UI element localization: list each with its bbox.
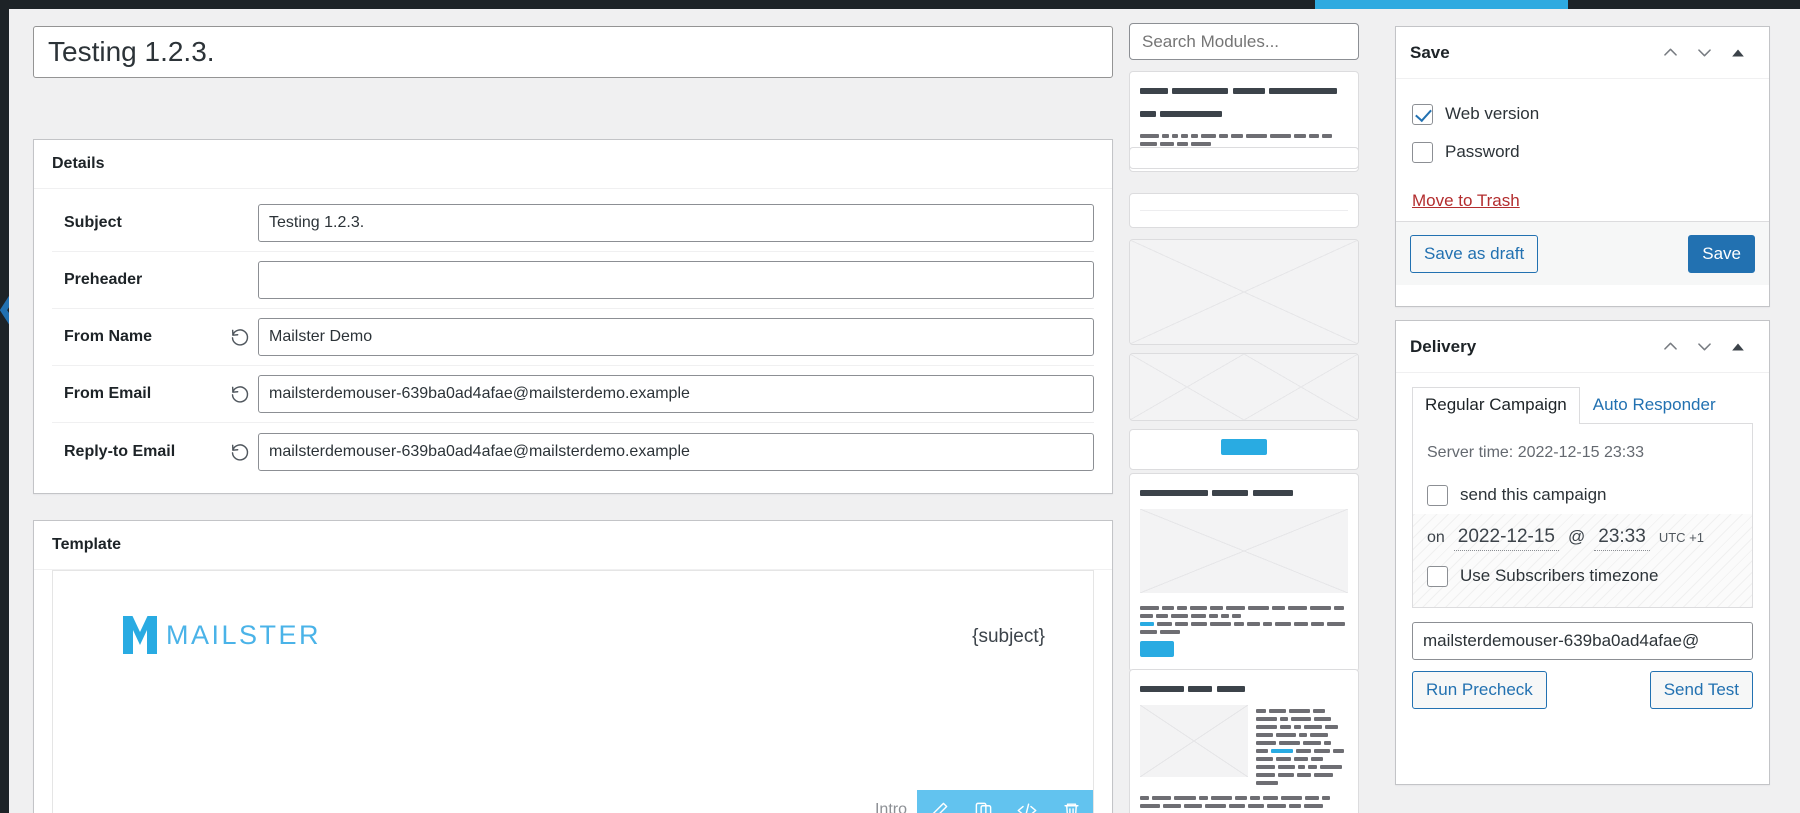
- details-row-label: From Name: [52, 328, 222, 346]
- reset-field-icon[interactable]: [222, 327, 258, 347]
- delivery-panel-title: Delivery: [1410, 337, 1653, 357]
- details-row-input[interactable]: [258, 261, 1094, 299]
- mailster-logo-mark-icon: [123, 616, 157, 654]
- details-row: Preheader: [52, 252, 1094, 309]
- module-thumbnail[interactable]: [1129, 147, 1359, 169]
- admin-sidebar-collapsed[interactable]: ❮: [0, 9, 9, 813]
- template-subject-tag: {subject}: [972, 626, 1045, 648]
- save-panel-body: Web version Password Move to Trash: [1396, 79, 1769, 221]
- chevron-up-icon[interactable]: [1653, 36, 1687, 70]
- delivery-panel-header: Delivery: [1396, 321, 1769, 373]
- save-as-draft-button[interactable]: Save as draft: [1410, 235, 1538, 273]
- code-module-icon[interactable]: [1005, 790, 1049, 813]
- details-row: Reply-to Email: [52, 423, 1094, 480]
- modules-panel: [1119, 9, 1369, 813]
- post-title-wrap: [33, 26, 1113, 78]
- send-campaign-checkbox[interactable]: [1427, 485, 1448, 506]
- schedule-datetime-row: on 2022-12-15 @ 23:33 UTC +1: [1427, 526, 1738, 557]
- template-preview-canvas[interactable]: MAILSTER {subject} Intro: [52, 570, 1094, 813]
- move-to-trash-link[interactable]: Move to Trash: [1412, 191, 1520, 211]
- module-thumbnail[interactable]: [1129, 429, 1359, 470]
- duplicate-module-icon[interactable]: [961, 790, 1005, 813]
- module-thumbnail[interactable]: [1129, 473, 1359, 672]
- reset-field-icon[interactable]: [222, 384, 258, 404]
- loading-progress-bar: [1315, 0, 1568, 9]
- save-panel-header: Save: [1396, 27, 1769, 79]
- save-panel-footer: Save as draft Save: [1396, 221, 1769, 285]
- password-row: Password: [1412, 133, 1753, 171]
- post-title-input[interactable]: [33, 26, 1113, 78]
- details-row-input[interactable]: [258, 204, 1094, 242]
- details-row-input[interactable]: [258, 318, 1094, 356]
- schedule-date-input[interactable]: 2022-12-15: [1454, 526, 1559, 551]
- delivery-tabs: Regular Campaign Auto Responder: [1412, 387, 1753, 423]
- module-thumbnail[interactable]: [1129, 193, 1359, 228]
- test-email-input[interactable]: [1412, 622, 1753, 660]
- delivery-panel: Delivery Regular Campaign Auto Responder: [1395, 320, 1770, 785]
- module-thumbnail[interactable]: [1129, 353, 1359, 421]
- module-hover-toolbar: Intro: [875, 790, 1093, 813]
- toggle-panel-icon[interactable]: [1721, 330, 1755, 364]
- tab-regular-campaign[interactable]: Regular Campaign: [1412, 387, 1580, 424]
- details-panel-body: Subject Preheader From Name From Email Reply…: [34, 189, 1112, 490]
- details-row-label: From Email: [52, 385, 222, 403]
- page-wrap: Details Subject Preheader From Name From Em…: [9, 9, 1800, 813]
- details-row: From Email: [52, 366, 1094, 423]
- chevron-up-icon[interactable]: [1653, 330, 1687, 364]
- admin-top-bar: [0, 0, 1800, 9]
- web-version-row: Web version: [1412, 95, 1753, 133]
- search-modules-input[interactable]: [1129, 23, 1359, 60]
- send-campaign-row: send this campaign: [1427, 476, 1738, 514]
- main-column: Details Subject Preheader From Name From Em…: [33, 9, 1113, 813]
- schedule-timezone-label: UTC +1: [1659, 530, 1704, 545]
- details-row-input[interactable]: [258, 433, 1094, 471]
- save-panel-title: Save: [1410, 43, 1653, 63]
- run-precheck-button[interactable]: Run Precheck: [1412, 671, 1547, 709]
- send-campaign-label: send this campaign: [1448, 485, 1606, 505]
- mailster-logo: MAILSTER: [123, 616, 321, 654]
- schedule-at-label: @: [1568, 527, 1585, 547]
- reset-field-icon[interactable]: [222, 442, 258, 462]
- module-thumbnail[interactable]: [1129, 239, 1359, 345]
- details-row: From Name: [52, 309, 1094, 366]
- details-panel-heading: Details: [34, 140, 1112, 189]
- schedule-on-label: on: [1427, 529, 1445, 547]
- web-version-checkbox[interactable]: [1412, 104, 1433, 125]
- module-toolbar-buttons: [917, 790, 1093, 813]
- delete-module-icon[interactable]: [1049, 790, 1093, 813]
- edit-module-icon[interactable]: [917, 790, 961, 813]
- subscriber-timezone-checkbox[interactable]: [1427, 566, 1448, 587]
- template-panel-heading: Template: [34, 521, 1112, 570]
- save-panel: Save Web version Password Move to Trash …: [1395, 26, 1770, 307]
- details-panel: Details Subject Preheader From Name From Em…: [33, 139, 1113, 494]
- mailster-logo-text: MAILSTER: [166, 620, 321, 651]
- module-thumbnail[interactable]: [1129, 669, 1359, 813]
- save-button[interactable]: Save: [1688, 235, 1755, 273]
- details-row-label: Preheader: [52, 271, 222, 289]
- chevron-down-icon[interactable]: [1687, 330, 1721, 364]
- module-name-label: Intro: [875, 801, 917, 813]
- server-time-label: Server time: 2022-12-15 23:33: [1427, 438, 1738, 476]
- schedule-area: on 2022-12-15 @ 23:33 UTC +1 Use Subscri…: [1413, 514, 1752, 607]
- details-row-label: Reply-to Email: [52, 443, 222, 461]
- schedule-time-input[interactable]: 23:33: [1594, 526, 1650, 551]
- chevron-down-icon[interactable]: [1687, 36, 1721, 70]
- subscriber-timezone-label: Use Subscribers timezone: [1448, 566, 1658, 586]
- tab-auto-responder[interactable]: Auto Responder: [1580, 387, 1729, 423]
- delivery-panel-body: Regular Campaign Auto Responder Server t…: [1396, 373, 1769, 725]
- send-test-button[interactable]: Send Test: [1650, 671, 1753, 709]
- web-version-label: Web version: [1433, 104, 1539, 124]
- delivery-actions: Run Precheck Send Test: [1412, 671, 1753, 709]
- password-label: Password: [1433, 142, 1520, 162]
- collapse-chevron-icon[interactable]: ❮: [0, 285, 9, 331]
- subscriber-timezone-row: Use Subscribers timezone: [1427, 557, 1738, 595]
- template-panel: Template MAILSTER {subject} Intro: [33, 520, 1113, 813]
- toggle-panel-icon[interactable]: [1721, 36, 1755, 70]
- details-row-label: Subject: [52, 214, 222, 232]
- password-checkbox[interactable]: [1412, 142, 1433, 163]
- details-row: Subject: [52, 195, 1094, 252]
- regular-campaign-panel: Server time: 2022-12-15 23:33 send this …: [1412, 423, 1753, 608]
- publish-sidebar: Save Web version Password Move to Trash …: [1395, 9, 1800, 813]
- details-row-input[interactable]: [258, 375, 1094, 413]
